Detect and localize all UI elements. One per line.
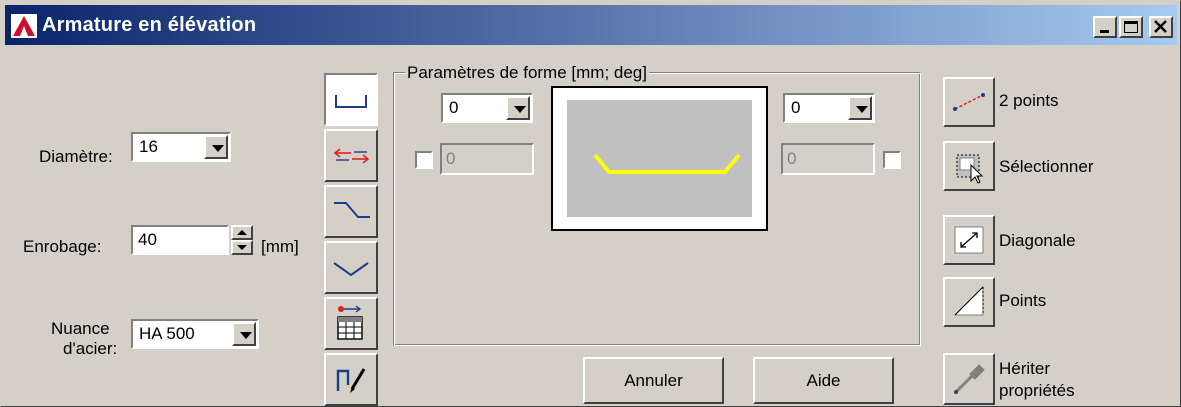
inherit-label-line1: Hériter — [999, 359, 1051, 378]
rebar-shape-icon — [593, 153, 741, 174]
right-length-value: 0 — [787, 149, 797, 168]
group-title: Paramètres de forme [mm; deg] — [405, 63, 649, 83]
nuance-combo[interactable]: HA 500 — [131, 319, 259, 349]
window-title: Armature en élévation — [42, 14, 257, 36]
minimize-icon — [1100, 30, 1109, 33]
chevron-down-icon — [212, 145, 224, 152]
left-length-value: 0 — [446, 149, 456, 168]
diagonal-button[interactable] — [943, 215, 995, 265]
nuance-value: HA 500 — [139, 324, 195, 343]
bend-icon — [333, 262, 369, 277]
table-button[interactable] — [324, 297, 378, 350]
enrobage-label: Enrobage: — [23, 237, 102, 256]
dropdown-button[interactable] — [848, 96, 872, 120]
shape-u-button[interactable] — [324, 73, 378, 126]
spin-down-button[interactable] — [231, 240, 253, 255]
diagonal-icon — [954, 226, 984, 254]
diametre-value: 16 — [139, 137, 158, 156]
left-length-field[interactable]: 0 — [440, 143, 534, 175]
help-button[interactable]: Aide — [753, 357, 894, 404]
nuance-label-line2: d'acier: — [63, 339, 118, 358]
right-angle-value: 0 — [791, 98, 801, 117]
two-points-icon — [953, 93, 985, 111]
close-button[interactable] — [1149, 16, 1173, 38]
select-button[interactable] — [943, 141, 995, 191]
eyedropper-icon — [954, 364, 985, 394]
left-angle-value: 0 — [449, 98, 459, 117]
inherit-properties-button[interactable] — [943, 353, 995, 405]
crank-button[interactable] — [324, 185, 378, 238]
arrow-up-icon — [237, 230, 247, 235]
maximize-button[interactable] — [1119, 16, 1143, 38]
two-points-button[interactable] — [943, 77, 995, 127]
flip-arrows-icon — [333, 148, 370, 164]
close-icon — [1154, 20, 1167, 33]
chevron-down-icon — [856, 106, 868, 113]
nuance-label-line1: Nuance — [51, 319, 110, 338]
minimize-button[interactable] — [1093, 16, 1117, 38]
enrobage-unit: [mm] — [261, 237, 299, 256]
dropdown-button[interactable] — [232, 322, 256, 346]
dialog-window: Armature en élévation Diamètre: 16 Enrob… — [0, 0, 1181, 407]
left-length-checkbox[interactable] — [415, 151, 433, 169]
points-button[interactable] — [943, 277, 995, 327]
cancel-button[interactable]: Annuler — [583, 357, 724, 404]
enrobage-input[interactable]: 40 — [131, 225, 229, 255]
right-angle-combo[interactable]: 0 — [783, 93, 875, 123]
flip-button[interactable] — [324, 129, 378, 182]
enrobage-spinner[interactable] — [231, 225, 253, 255]
autocad-logo-icon — [11, 14, 37, 38]
points-label: Points — [999, 291, 1047, 310]
select-label: Sélectionner — [999, 157, 1094, 176]
inherit-label-line2: propriétés — [999, 381, 1075, 400]
bend-button[interactable] — [324, 241, 378, 294]
u-shape-icon — [335, 95, 367, 108]
right-length-checkbox[interactable] — [883, 151, 901, 169]
diametre-label: Diamètre: — [39, 147, 113, 166]
arrow-down-icon — [237, 245, 247, 250]
select-cursor-icon — [956, 154, 984, 184]
points-triangle-icon — [953, 285, 984, 316]
preview-canvas — [567, 100, 752, 217]
shape-preview — [551, 86, 768, 231]
table-edit-icon — [337, 305, 363, 340]
title-bar[interactable]: Armature en élévation — [5, 5, 1177, 45]
enrobage-value: 40 — [138, 230, 157, 249]
crank-icon — [334, 202, 370, 218]
draw-shape-button[interactable] — [324, 353, 378, 406]
diagonal-label: Diagonale — [999, 231, 1076, 250]
dropdown-button[interactable] — [204, 135, 228, 159]
dropdown-button[interactable] — [506, 96, 530, 120]
pencil-shape-icon — [336, 368, 366, 393]
spin-up-button[interactable] — [231, 225, 253, 240]
two-points-label: 2 points — [999, 91, 1059, 110]
right-length-field[interactable]: 0 — [781, 143, 875, 175]
left-angle-combo[interactable]: 0 — [441, 93, 533, 123]
diametre-combo[interactable]: 16 — [131, 132, 231, 162]
chevron-down-icon — [240, 332, 252, 339]
maximize-icon — [1124, 21, 1138, 33]
chevron-down-icon — [514, 106, 526, 113]
